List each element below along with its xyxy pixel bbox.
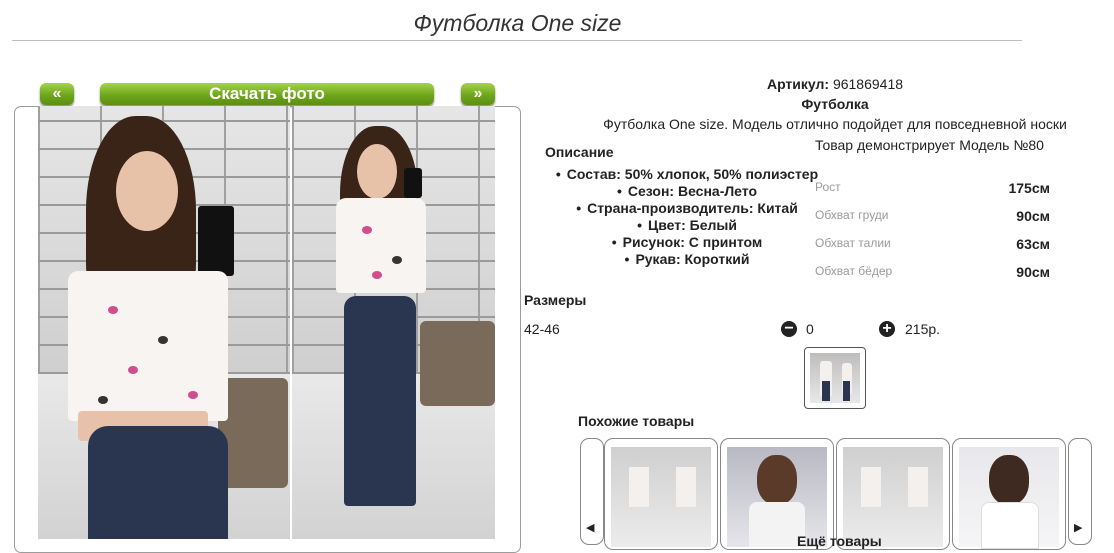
similar-item-image	[727, 447, 827, 547]
arrow-right-icon: ▶	[1074, 522, 1083, 534]
measure-value-hips: 90см	[1016, 264, 1050, 280]
measure-label-hips: Обхват бёдер	[815, 264, 893, 278]
measure-value-waist: 63см	[1016, 236, 1050, 252]
article-value: 961869418	[832, 76, 904, 92]
measure-value-chest: 90см	[1016, 208, 1050, 224]
page-title: Футболка One size	[413, 10, 622, 36]
measure-label-chest: Обхват груди	[815, 208, 889, 222]
article-line: Артикул: 961869418	[705, 76, 965, 92]
prev-photo-button[interactable]: «	[40, 83, 74, 105]
description-item: Рукав: Короткий	[527, 251, 847, 268]
arrow-left-icon: ◀	[586, 522, 595, 534]
minus-icon[interactable]: −	[781, 321, 797, 337]
price-value: 215р.	[905, 321, 941, 337]
measure-label-waist: Обхват талии	[815, 236, 891, 250]
sizes-heading: Размеры	[524, 292, 587, 308]
product-photo-main[interactable]	[38, 106, 290, 539]
description-item: Состав: 50% хлопок, 50% полиэстер	[527, 166, 847, 183]
photo-thumbnail[interactable]	[804, 347, 866, 409]
similar-item-image	[959, 447, 1059, 549]
similar-item[interactable]	[604, 438, 718, 550]
description-item: Цвет: Белый	[527, 217, 847, 234]
plus-icon[interactable]: +	[879, 321, 895, 337]
title-divider	[12, 40, 1022, 41]
carousel-next-button[interactable]: ▶	[1068, 438, 1092, 545]
measure-label-height: Рост	[815, 180, 841, 194]
description-item: Сезон: Весна-Лето	[527, 183, 847, 200]
measure-value-height: 175см	[1008, 180, 1050, 196]
similar-item[interactable]	[952, 438, 1066, 550]
product-photo-secondary[interactable]	[292, 106, 495, 539]
description-list: Состав: 50% хлопок, 50% полиэстер Сезон:…	[527, 166, 847, 268]
description-item: Рисунок: С принтом	[527, 234, 847, 251]
product-description: Футболка One size. Модель отлично подойд…	[603, 116, 1067, 132]
download-photo-button[interactable]: Скачать фото	[100, 83, 434, 105]
article-label: Артикул:	[766, 76, 830, 92]
carousel-prev-button[interactable]: ◀	[580, 438, 604, 545]
quantity-value: 0	[806, 321, 814, 337]
similar-heading: Похожие товары	[578, 413, 695, 429]
similar-item-image	[843, 447, 943, 547]
more-products-link[interactable]: Ещё товары	[797, 533, 882, 549]
next-photo-button[interactable]: »	[461, 83, 495, 105]
product-name: Футболка	[801, 96, 869, 112]
description-title: Описание	[545, 144, 614, 160]
model-text: Товар демонстрирует Модель №80	[815, 137, 1044, 153]
description-item: Страна-производитель: Китай	[527, 200, 847, 217]
size-label: 42-46	[524, 321, 560, 337]
similar-item-image	[611, 447, 711, 547]
